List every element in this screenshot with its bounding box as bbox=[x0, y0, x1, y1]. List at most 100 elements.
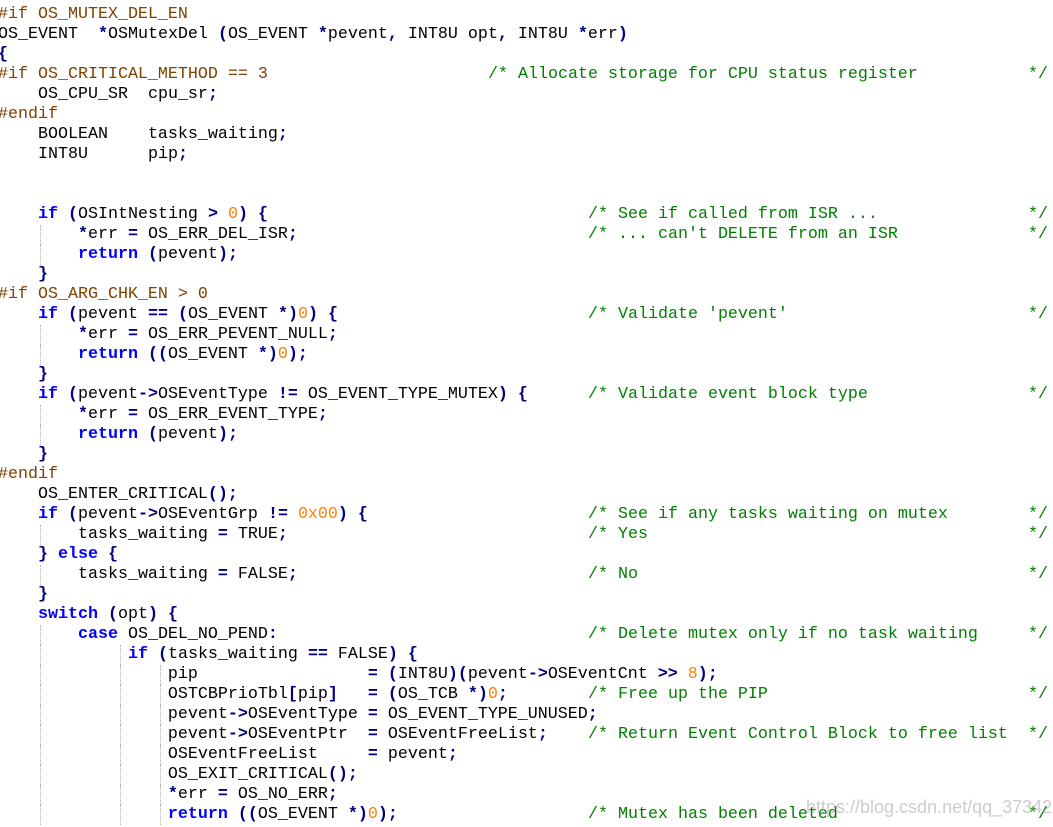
code-line: } bbox=[0, 445, 1048, 465]
operator-token: ; bbox=[297, 345, 308, 364]
identifier-token: tasks_waiting bbox=[147, 125, 278, 144]
identifier-token: pevent bbox=[77, 305, 138, 324]
operator-token: > bbox=[147, 385, 158, 404]
operator-token: * bbox=[77, 225, 88, 244]
keyword-token: if bbox=[37, 305, 58, 324]
watermark: https://blog.csdn.net/qq_37342107 bbox=[806, 797, 1053, 817]
identifier-token: INT8U bbox=[397, 665, 448, 684]
operator-token: ; bbox=[227, 425, 238, 444]
identifier-token: pevent bbox=[167, 725, 228, 744]
indent-guide bbox=[120, 805, 121, 825]
operator-token: ( bbox=[247, 805, 258, 824]
code-line: if (tasks_waiting == FALSE) { bbox=[0, 645, 1048, 665]
operator-token: = bbox=[127, 225, 138, 244]
operator-token: - bbox=[137, 385, 148, 404]
operator-token: ( bbox=[327, 765, 338, 784]
code-line: tasks_waiting = TRUE; /* Yes */ bbox=[0, 525, 1048, 545]
operator-token: ) bbox=[357, 805, 368, 824]
identifier-token: INT8U bbox=[407, 25, 458, 44]
identifier-token: OSEventType bbox=[247, 705, 358, 724]
operator-token: > bbox=[657, 665, 668, 684]
preprocessor-directive: #if OS_ARG_CHK_EN > 0 bbox=[0, 285, 208, 304]
code-comment: /* ... can't DELETE from an ISR bbox=[588, 225, 898, 244]
number-token: 0 bbox=[297, 305, 308, 324]
code-line: pip = (INT8U)(pevent->OSEventCnt >> 8); bbox=[0, 665, 1048, 685]
operator-token: } bbox=[37, 545, 48, 564]
code-line: OSEventFreeList = pevent; bbox=[0, 745, 1048, 765]
code-line: pevent->OSEventPtr = OSEventFreeList; /* … bbox=[0, 725, 1048, 745]
keyword-token: return bbox=[77, 425, 138, 444]
identifier-token: pip bbox=[297, 685, 328, 704]
operator-token: ) bbox=[267, 345, 278, 364]
code-comment: /* Yes bbox=[588, 525, 648, 544]
identifier-token: OSMutexDel bbox=[107, 25, 208, 44]
identifier-token: OS_NO_ERR bbox=[237, 785, 328, 804]
operator-token: ; bbox=[227, 485, 238, 504]
operator-token: { bbox=[327, 305, 338, 324]
operator-token: , bbox=[497, 25, 508, 44]
operator-token: ; bbox=[277, 125, 288, 144]
number-token: 8 bbox=[687, 665, 698, 684]
indent-guide bbox=[40, 225, 41, 245]
identifier-token: pevent bbox=[167, 705, 228, 724]
operator-token: ) bbox=[307, 305, 318, 324]
operator-token: = bbox=[147, 305, 158, 324]
operator-token: > bbox=[237, 705, 248, 724]
operator-token: ( bbox=[67, 505, 78, 524]
code-line: OS_ENTER_CRITICAL(); bbox=[0, 485, 1048, 505]
operator-token: ( bbox=[147, 345, 158, 364]
indent-guide bbox=[40, 685, 41, 705]
code-comment-end: */ bbox=[1028, 565, 1048, 584]
indent-guide bbox=[160, 725, 161, 745]
code-line: return (pevent); bbox=[0, 425, 1048, 445]
operator-token: * bbox=[277, 305, 288, 324]
operator-token: ) bbox=[447, 665, 458, 684]
keyword-token: if bbox=[37, 205, 58, 224]
identifier-token: OSEventType bbox=[157, 385, 268, 404]
operator-token: = bbox=[287, 385, 298, 404]
code-comment: /* See if any tasks waiting on mutex bbox=[588, 505, 948, 524]
code-line: return ((OS_EVENT *)0); bbox=[0, 345, 1048, 365]
identifier-token: OSEventFreeList bbox=[387, 725, 538, 744]
operator-token: ( bbox=[147, 425, 158, 444]
indent-guide bbox=[120, 645, 121, 665]
identifier-token: OS_EVENT bbox=[227, 25, 308, 44]
identifier-token: FALSE bbox=[337, 645, 388, 664]
operator-token: ; bbox=[177, 145, 188, 164]
operator-token: - bbox=[227, 705, 238, 724]
code-line: #endif bbox=[0, 465, 1048, 485]
identifier-token: OS_EVENT_TYPE_UNUSED bbox=[387, 705, 588, 724]
operator-token: } bbox=[37, 445, 48, 464]
operator-token: * bbox=[77, 405, 88, 424]
operator-token: * bbox=[317, 25, 328, 44]
preprocessor-directive: #if OS_CRITICAL_METHOD == 3 bbox=[0, 65, 268, 84]
identifier-token: TRUE bbox=[237, 525, 278, 544]
identifier-token: OS_EVENT bbox=[0, 25, 78, 44]
operator-token: ) bbox=[337, 505, 348, 524]
indent-guide bbox=[40, 625, 41, 645]
code-comment: /* Mutex has been deleted bbox=[588, 805, 838, 824]
identifier-token: pevent bbox=[157, 425, 218, 444]
code-comment-end: */ bbox=[1028, 685, 1048, 704]
operator-token: , bbox=[387, 25, 398, 44]
code-line: tasks_waiting = FALSE; /* No */ bbox=[0, 565, 1048, 585]
code-line: *err = OS_ERR_DEL_ISR; /* ... can't DELET… bbox=[0, 225, 1048, 245]
identifier-token: OS_ERR_DEL_ISR bbox=[147, 225, 288, 244]
operator-token: ; bbox=[327, 785, 338, 804]
operator-token: = bbox=[367, 705, 378, 724]
operator-token: ; bbox=[327, 325, 338, 344]
indent-guide bbox=[40, 425, 41, 445]
identifier-token: tasks_waiting bbox=[167, 645, 298, 664]
operator-token: ; bbox=[227, 245, 238, 264]
operator-token: - bbox=[527, 665, 538, 684]
indent-guide bbox=[40, 765, 41, 785]
operator-token: = bbox=[127, 405, 138, 424]
indent-guide bbox=[120, 685, 121, 705]
identifier-token: OS_ERR_PEVENT_NULL bbox=[147, 325, 328, 344]
operator-token: ) bbox=[217, 425, 228, 444]
indent-guide bbox=[120, 765, 121, 785]
code-comment: /* Allocate storage for CPU status regis… bbox=[488, 65, 918, 84]
code-editor[interactable]: #if OS_MUTEX_DEL_EN OS_EVENT *OSMutexDel … bbox=[0, 5, 1048, 825]
code-line: return (pevent); bbox=[0, 245, 1048, 265]
number-token: 0 bbox=[487, 685, 498, 704]
